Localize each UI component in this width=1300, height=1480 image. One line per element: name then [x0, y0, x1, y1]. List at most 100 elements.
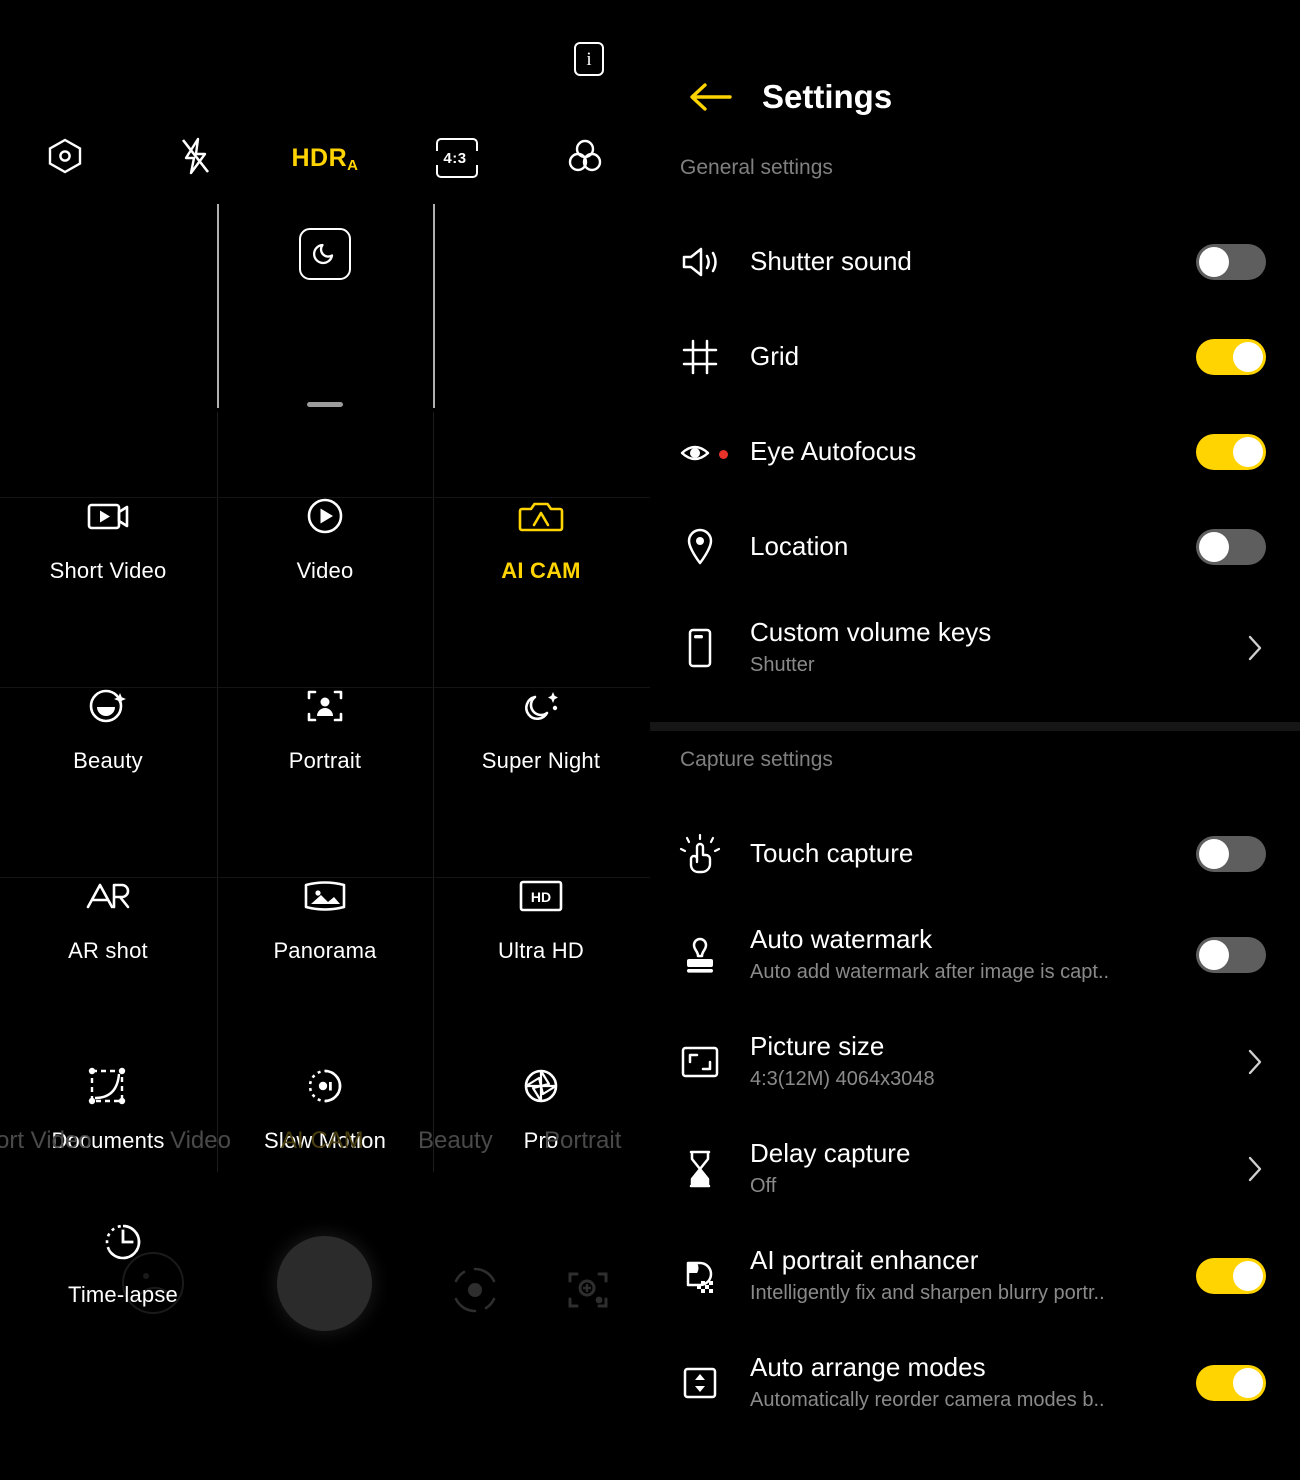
- auto-watermark-toggle[interactable]: [1196, 936, 1266, 973]
- setting-title: Delay capture: [750, 1138, 911, 1169]
- toggle-knob: [1233, 341, 1263, 372]
- location-pin-icon: [650, 525, 750, 569]
- setting-text: Picture size 4:3(12M) 4064x3048: [750, 1031, 1244, 1091]
- setting-row-grid[interactable]: Grid: [650, 309, 1300, 404]
- camera-mode-grid: Short Video Video AI CAM Beauty Portrait…: [0, 412, 650, 1172]
- mode-slow-motion[interactable]: Slow Motion: [217, 1012, 433, 1202]
- grid-icon: [650, 336, 750, 378]
- mode-label: Short Video: [49, 558, 167, 583]
- video-icon: [304, 494, 346, 538]
- camera-viewfinder-pane: i HDRA 4:3 Short Video Video AI CAM Beau…: [0, 0, 650, 1480]
- color-filter-button[interactable]: [520, 132, 650, 184]
- auto-arrange-modes-toggle[interactable]: [1196, 1364, 1266, 1401]
- ultra-hd-icon: HD: [518, 874, 564, 918]
- mode-portrait[interactable]: Portrait: [217, 632, 433, 822]
- setting-row-eye-autofocus[interactable]: Eye Autofocus: [650, 404, 1300, 499]
- mode-label: Portrait: [288, 748, 362, 773]
- arrange-icon: [650, 1363, 750, 1403]
- setting-title: Touch capture: [750, 837, 914, 868]
- speaker-icon: [650, 242, 750, 282]
- setting-subtitle: Intelligently fix and sharpen blurry por…: [750, 1281, 1105, 1304]
- toggle-knob: [1233, 1260, 1263, 1291]
- setting-text: Delay capture Off: [750, 1138, 1244, 1198]
- setting-title: Location: [750, 530, 849, 561]
- setting-row-picture-size[interactable]: Picture size 4:3(12M) 4064x3048: [650, 1008, 1300, 1115]
- location-toggle[interactable]: [1196, 528, 1266, 565]
- ai-cam-icon: [518, 494, 564, 538]
- mode-video[interactable]: Video: [217, 442, 433, 632]
- grid-toggle[interactable]: [1196, 338, 1266, 375]
- setting-text: Eye Autofocus: [750, 436, 1196, 467]
- setting-text: Auto arrange modes Automatically reorder…: [750, 1352, 1196, 1412]
- setting-text: Grid: [750, 341, 1196, 372]
- back-arrow-icon[interactable]: [680, 80, 742, 114]
- hourglass-icon: [650, 1147, 750, 1191]
- ghost-mode-item: Beauty: [418, 1127, 493, 1154]
- aspect-ratio-button[interactable]: 4:3: [390, 132, 520, 184]
- ai-portrait-enhancer-toggle[interactable]: [1196, 1257, 1266, 1294]
- hdr-auto-button[interactable]: HDRA: [260, 132, 390, 184]
- night-mode-chip[interactable]: [299, 228, 351, 280]
- drag-handle[interactable]: [307, 402, 343, 407]
- grid-line-right: [433, 204, 435, 408]
- pro-icon: [519, 1064, 563, 1108]
- setting-row-touch-capture[interactable]: Touch capture: [650, 806, 1300, 901]
- touch-capture-toggle[interactable]: [1196, 835, 1266, 872]
- ai-enhance-icon: [650, 1255, 750, 1297]
- beauty-icon: [86, 684, 130, 728]
- setting-title: AI portrait enhancer: [750, 1245, 979, 1276]
- camera-top-control-bar: HDRA 4:3: [0, 132, 650, 184]
- camera-settings-pane: Settings General settings Shutter sound: [650, 0, 1300, 1480]
- setting-subtitle: Auto add watermark after image is capt..: [750, 960, 1110, 983]
- flash-off-button[interactable]: [130, 132, 260, 184]
- setting-row-custom-volume-keys[interactable]: Custom volume keys Shutter: [650, 594, 1300, 701]
- shutter-button[interactable]: [277, 1236, 372, 1331]
- mode-label: Video: [296, 558, 354, 583]
- flash-off-icon: [178, 136, 212, 181]
- mode-super-night[interactable]: Super Night: [433, 632, 649, 822]
- mode-ai-cam[interactable]: AI CAM: [433, 442, 649, 632]
- mode-short-video[interactable]: Short Video: [0, 442, 216, 632]
- mode-documents[interactable]: Documents: [0, 1012, 216, 1202]
- color-filter-icon: [565, 136, 605, 181]
- mode-label: Ultra HD: [498, 938, 584, 963]
- info-glyph: i: [586, 48, 592, 70]
- picture-size-icon: [650, 1043, 750, 1081]
- filter-aperture-button[interactable]: [0, 132, 130, 184]
- setting-title: Custom volume keys: [750, 617, 992, 648]
- setting-text: Shutter sound: [750, 246, 1196, 277]
- setting-row-auto-arrange-modes[interactable]: Auto arrange modes Automatically reorder…: [650, 1329, 1300, 1436]
- general-settings-section: General settings Shutter sound Grid Eye …: [650, 156, 1300, 701]
- ar-shot-icon: [84, 874, 132, 918]
- mode-beauty[interactable]: Beauty: [0, 632, 216, 822]
- setting-row-auto-watermark[interactable]: Auto watermark Auto add watermark after …: [650, 901, 1300, 1008]
- shutter-sound-toggle[interactable]: [1196, 243, 1266, 280]
- mode-ar-shot[interactable]: AR shot: [0, 822, 216, 1012]
- mode-ultra-hd[interactable]: HD Ultra HD: [433, 822, 649, 1012]
- camera-preview-area[interactable]: [0, 196, 650, 408]
- chevron-right-icon: [1244, 1044, 1266, 1080]
- mode-panorama[interactable]: Panorama: [217, 822, 433, 1012]
- eye-autofocus-toggle[interactable]: [1196, 433, 1266, 470]
- mode-pro[interactable]: Pro: [433, 1012, 649, 1202]
- setting-row-location[interactable]: Location: [650, 499, 1300, 594]
- info-icon[interactable]: i: [574, 42, 604, 76]
- documents-icon: [86, 1064, 130, 1108]
- touch-hand-icon: [650, 832, 750, 876]
- settings-header: Settings: [650, 62, 1300, 132]
- ghost-mode-item: Video: [170, 1127, 231, 1154]
- page-title: Settings: [762, 78, 893, 115]
- ai-scan-icon[interactable]: [560, 1262, 616, 1323]
- hdr-label: HDRA: [291, 143, 359, 174]
- setting-subtitle: 4:3(12M) 4064x3048: [750, 1067, 935, 1090]
- setting-row-shutter-sound[interactable]: Shutter sound: [650, 214, 1300, 309]
- chevron-right-icon: [1244, 630, 1266, 666]
- camera-flip-icon[interactable]: [447, 1262, 503, 1323]
- mode-time-lapse[interactable]: Time-lapse: [62, 1220, 184, 1308]
- time-lapse-icon: [100, 1220, 146, 1264]
- capture-settings-section: Capture settings Touch capture Auto wate…: [650, 748, 1300, 1436]
- phone-icon: [650, 626, 750, 670]
- setting-text: Location: [750, 530, 1196, 562]
- setting-row-delay-capture[interactable]: Delay capture Off: [650, 1115, 1300, 1222]
- setting-row-ai-portrait-enhancer[interactable]: AI portrait enhancer Intelligently fix a…: [650, 1222, 1300, 1329]
